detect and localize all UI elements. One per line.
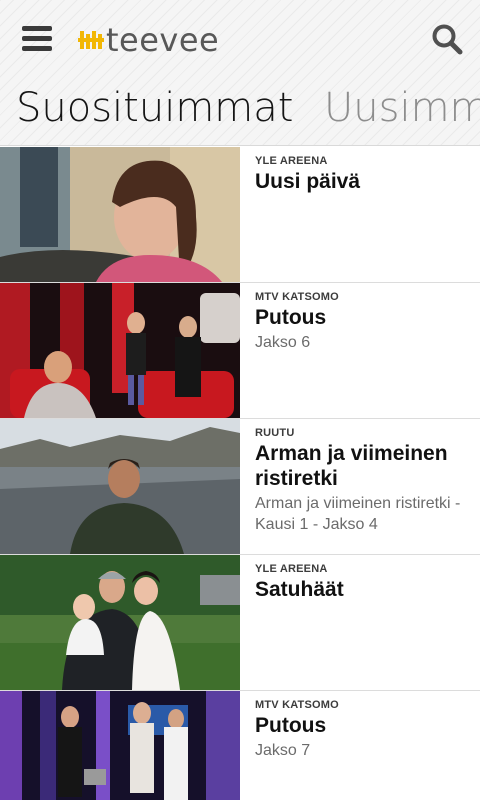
- app-logo[interactable]: teevee: [78, 20, 219, 60]
- item-meta: YLE AREENA Satuhäät: [255, 563, 470, 604]
- list-item[interactable]: RUUTU Arman ja viimeinen ristiretki Arma…: [0, 419, 480, 555]
- item-title: Putous: [255, 306, 327, 329]
- item-title: Arman ja viimeinen ristiretki: [255, 442, 448, 490]
- logo-mark-icon: [78, 31, 104, 49]
- item-subtitle: Jakso 6: [255, 334, 311, 351]
- video-thumbnail: [0, 147, 240, 282]
- menu-bar: [22, 26, 52, 31]
- channel-label: YLE AREENA: [255, 563, 328, 575]
- item-title: Satuhäät: [255, 578, 344, 601]
- item-meta: YLE AREENA Uusi päivä: [255, 155, 470, 196]
- item-meta: MTV KATSOMO Putous Jakso 7: [255, 699, 470, 761]
- item-meta: MTV KATSOMO Putous Jakso 6: [255, 291, 470, 353]
- thumbnail-image: [0, 691, 240, 800]
- list-item[interactable]: MTV KATSOMO Putous Jakso 6: [0, 283, 480, 419]
- logo-text: teevee: [106, 21, 220, 59]
- item-subtitle: Arman ja viimeinen ristiretki - Kausi 1 …: [255, 495, 461, 533]
- video-thumbnail: [0, 691, 240, 800]
- thumbnail-image: [0, 283, 240, 418]
- channel-label: YLE AREENA: [255, 155, 328, 167]
- thumbnail-image: [0, 419, 240, 554]
- thumbnail-image: [0, 555, 240, 690]
- channel-label: MTV KATSOMO: [255, 699, 339, 711]
- item-title: Putous: [255, 714, 327, 737]
- search-icon[interactable]: [430, 22, 464, 56]
- video-thumbnail: [0, 419, 240, 554]
- menu-icon[interactable]: [22, 24, 54, 54]
- category-tabs: Suosituimmat Uusimmat: [0, 88, 480, 146]
- item-subtitle: Jakso 7: [255, 742, 311, 759]
- video-thumbnail: [0, 283, 240, 418]
- tab-suosituimmat[interactable]: Suosituimmat: [16, 88, 293, 128]
- item-meta: RUUTU Arman ja viimeinen ristiretki Arma…: [255, 427, 470, 535]
- list-item[interactable]: YLE AREENA Satuhäät: [0, 555, 480, 691]
- thumbnail-image: [0, 147, 240, 282]
- list-item[interactable]: YLE AREENA Uusi päivä: [0, 147, 480, 283]
- tab-uusimmat[interactable]: Uusimmat: [324, 88, 480, 128]
- list-item[interactable]: MTV KATSOMO Putous Jakso 7: [0, 691, 480, 800]
- channel-label: RUUTU: [255, 427, 295, 439]
- channel-label: MTV KATSOMO: [255, 291, 339, 303]
- menu-bar: [22, 46, 52, 51]
- item-title: Uusi päivä: [255, 170, 361, 193]
- video-thumbnail: [0, 555, 240, 690]
- menu-bar: [22, 36, 52, 41]
- video-list: YLE AREENA Uusi päivä MTV KATSOMO Putous…: [0, 147, 480, 800]
- top-bar: teevee Suosituimmat Uusimmat: [0, 0, 480, 146]
